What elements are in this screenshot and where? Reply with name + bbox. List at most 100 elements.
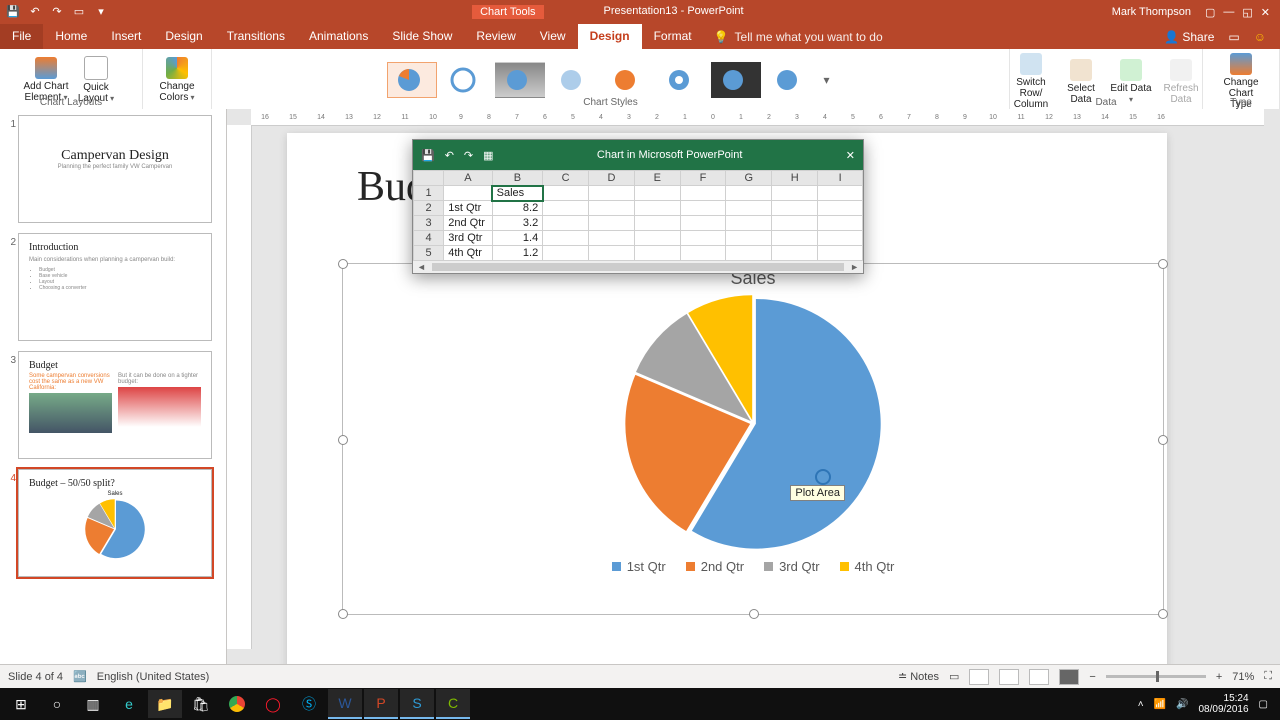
slide-thumb-2[interactable]: Introduction Main considerations when pl… xyxy=(18,233,212,341)
chart-legend[interactable]: 1st Qtr 2nd Qtr 3rd Qtr 4th Qtr xyxy=(343,559,1163,574)
sorter-view-button[interactable] xyxy=(999,669,1019,685)
undo-icon[interactable]: ↶ xyxy=(28,5,42,19)
maximize-icon[interactable]: ◱ xyxy=(1242,6,1252,19)
tab-chart-format[interactable]: Format xyxy=(642,24,704,49)
chart-style-5[interactable] xyxy=(603,62,653,98)
notes-button[interactable]: ≐ Notes xyxy=(898,670,939,683)
user-name[interactable]: Mark Thompson xyxy=(1112,6,1191,18)
tab-review[interactable]: Review xyxy=(464,24,527,49)
legend-item[interactable]: 2nd Qtr xyxy=(686,559,744,574)
tell-me[interactable]: 💡Tell me what you want to do xyxy=(704,24,1150,49)
chart-type-icon xyxy=(1230,53,1252,75)
action-center-icon[interactable]: ▢ xyxy=(1259,699,1268,710)
slide-thumbnail-panel[interactable]: 1 Campervan DesignPlanning the perfect f… xyxy=(0,109,227,665)
tab-slideshow[interactable]: Slide Show xyxy=(380,24,464,49)
pie-plot-area[interactable]: Plot Area xyxy=(623,293,883,553)
snagit-icon[interactable]: S xyxy=(400,689,434,719)
edit-data-icon xyxy=(1120,59,1142,81)
chart-data-window[interactable]: 💾 ↶ ↷ ▦ Chart in Microsoft PowerPoint ✕ … xyxy=(412,139,864,274)
excel-scrollbar[interactable]: ◄► xyxy=(413,261,863,273)
chart-style-1[interactable] xyxy=(387,62,437,98)
slide-thumb-4[interactable]: Budget – 50/50 split? Sales xyxy=(18,469,212,577)
plot-area-tooltip: Plot Area xyxy=(790,485,845,501)
chart-style-3[interactable] xyxy=(495,62,545,98)
tab-animations[interactable]: Animations xyxy=(297,24,380,49)
tab-transitions[interactable]: Transitions xyxy=(215,24,297,49)
excel-sheet-icon[interactable]: ▦ xyxy=(483,149,493,162)
system-tray[interactable]: ˄ 📶 🔊 15:2408/09/2016 ▢ xyxy=(1130,693,1276,715)
excel-save-icon[interactable]: 💾 xyxy=(421,149,435,162)
smiley-icon[interactable]: ☺ xyxy=(1254,30,1266,44)
slide-editor[interactable]: 1615141312111098765432101234567891011121… xyxy=(227,109,1280,665)
volume-icon[interactable]: 🔊 xyxy=(1176,699,1188,710)
start-button[interactable]: ⊞ xyxy=(4,690,38,718)
task-view-button[interactable]: ▥ xyxy=(76,690,110,718)
explorer-icon[interactable]: 📁 xyxy=(148,690,182,718)
legend-item[interactable]: 3rd Qtr xyxy=(764,559,819,574)
ribbon-options-icon[interactable]: ▢ xyxy=(1205,6,1215,19)
legend-item[interactable]: 4th Qtr xyxy=(840,559,895,574)
slide-canvas[interactable]: Budget – 50/50 split? Sales Plot Area 1s… xyxy=(287,133,1167,665)
excel-window-title: Chart in Microsoft PowerPoint xyxy=(502,149,838,161)
camtasia-icon[interactable]: C xyxy=(436,689,470,719)
chart-layouts-group-label: Chart Layouts xyxy=(0,97,142,109)
zoom-slider[interactable] xyxy=(1106,675,1206,678)
horizontal-ruler: 1615141312111098765432101234567891011121… xyxy=(251,109,1264,126)
tab-file[interactable]: File xyxy=(0,24,43,49)
word-icon[interactable]: W xyxy=(328,689,362,719)
slide-thumb-1[interactable]: Campervan DesignPlanning the perfect fam… xyxy=(18,115,212,223)
excel-close-icon[interactable]: ✕ xyxy=(846,149,855,162)
tab-design[interactable]: Design xyxy=(153,24,214,49)
opera-icon[interactable]: ◯ xyxy=(256,690,290,718)
chart-style-8[interactable] xyxy=(765,62,815,98)
zoom-in-button[interactable]: + xyxy=(1216,671,1222,683)
tab-chart-design[interactable]: Design xyxy=(578,24,642,49)
share-button[interactable]: 👤 Share xyxy=(1164,30,1214,44)
more-icon[interactable]: ▾ xyxy=(94,5,108,19)
chrome-icon[interactable] xyxy=(220,690,254,718)
zoom-out-button[interactable]: − xyxy=(1089,671,1095,683)
slide-thumb-3[interactable]: Budget Some campervan conversions cost t… xyxy=(18,351,212,459)
comments-icon[interactable]: ▭ xyxy=(1228,30,1239,44)
chart-style-6[interactable] xyxy=(657,62,707,98)
fit-window-button[interactable]: ⛶ xyxy=(1264,670,1272,683)
spellcheck-icon[interactable]: 🔤 xyxy=(73,670,87,683)
clock-date[interactable]: 08/09/2016 xyxy=(1198,704,1248,715)
chart-object[interactable]: Sales Plot Area 1st Qtr2nd Qtr3rd Qtr4th… xyxy=(342,263,1164,615)
skype-icon[interactable]: Ⓢ xyxy=(292,690,326,718)
palette-icon xyxy=(166,57,188,79)
tab-view[interactable]: View xyxy=(528,24,578,49)
zoom-level[interactable]: 71% xyxy=(1232,671,1254,683)
tab-home[interactable]: Home xyxy=(43,24,99,49)
quick-access-toolbar: 💾 ↶ ↷ ▭ ▾ xyxy=(0,5,114,19)
slideshow-view-button[interactable] xyxy=(1059,669,1079,685)
workspace: 1 Campervan DesignPlanning the perfect f… xyxy=(0,109,1280,665)
chart-style-4[interactable] xyxy=(549,62,599,98)
data-grid[interactable]: ABCDEFGHI1Sales21st Qtr8.232nd Qtr3.243r… xyxy=(413,170,863,261)
clock-time[interactable]: 15:24 xyxy=(1198,693,1248,704)
network-icon[interactable]: 📶 xyxy=(1154,699,1166,710)
minimize-icon[interactable]: — xyxy=(1223,6,1234,19)
comments-button[interactable]: ▭ xyxy=(949,670,959,683)
redo-icon[interactable]: ↷ xyxy=(50,5,64,19)
language-status[interactable]: English (United States) xyxy=(97,671,210,683)
close-icon[interactable]: ✕ xyxy=(1261,6,1270,19)
store-icon[interactable]: 🛍 xyxy=(184,690,218,718)
tray-up-icon[interactable]: ˄ xyxy=(1138,699,1144,710)
powerpoint-icon[interactable]: P xyxy=(364,689,398,719)
chart-style-7[interactable] xyxy=(711,62,761,98)
edge-icon[interactable]: e xyxy=(112,690,146,718)
legend-item[interactable]: 1st Qtr xyxy=(612,559,666,574)
windows-taskbar[interactable]: ⊞ ○ ▥ e 📁 🛍 ◯ Ⓢ W P S C ˄ 📶 🔊 15:2408/09… xyxy=(0,688,1280,720)
save-icon[interactable]: 💾 xyxy=(6,5,20,19)
chart-style-2[interactable] xyxy=(441,62,491,98)
cortana-button[interactable]: ○ xyxy=(40,690,74,718)
start-show-icon[interactable]: ▭ xyxy=(72,5,86,19)
slide-counter[interactable]: Slide 4 of 4 xyxy=(8,671,63,683)
excel-redo-icon[interactable]: ↷ xyxy=(464,149,473,162)
reading-view-button[interactable] xyxy=(1029,669,1049,685)
normal-view-button[interactable] xyxy=(969,669,989,685)
excel-undo-icon[interactable]: ↶ xyxy=(445,149,454,162)
gallery-more-icon[interactable]: ▾ xyxy=(819,73,833,87)
tab-insert[interactable]: Insert xyxy=(99,24,153,49)
